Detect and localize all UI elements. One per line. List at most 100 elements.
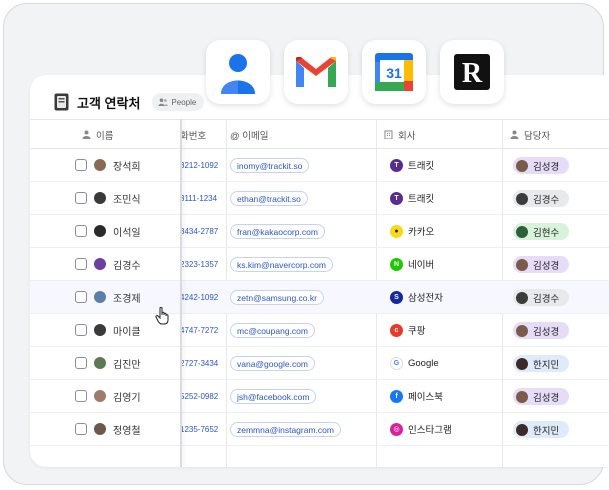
avatar — [516, 390, 528, 403]
table-row[interactable]: 이석일 3434-2787 fran@kakaocorp.com ● 카카오 김… — [30, 215, 609, 248]
avatar — [94, 159, 106, 171]
manager-chip[interactable]: 한지민 — [513, 421, 570, 438]
company-cell[interactable]: T 트래킷 — [390, 182, 434, 214]
phone-cell[interactable]: 3212-1092 — [180, 149, 218, 181]
phone-cell[interactable]: 3434-2787 — [180, 215, 218, 247]
name-cell: 마이클 — [75, 314, 141, 346]
company-cell[interactable]: N 네이버 — [390, 248, 434, 280]
r-app-icon: R — [454, 54, 490, 90]
phone-cell[interactable]: 2323-1357 — [180, 248, 218, 280]
name-cell: 김영기 — [75, 380, 141, 412]
company-logo-icon: ◎ — [390, 422, 403, 436]
avatar — [516, 291, 528, 304]
book-icon — [54, 93, 69, 111]
company-name: 카카오 — [408, 227, 435, 238]
svg-text:31: 31 — [386, 65, 402, 81]
email-chip[interactable]: inomy@trackit.so — [230, 158, 310, 173]
calendar-app-tile[interactable]: 31 — [362, 40, 426, 104]
column-header-name[interactable]: 이름 — [82, 120, 113, 149]
building-icon — [384, 130, 393, 139]
column-header-email[interactable]: @ 이메일 — [230, 120, 269, 149]
email-chip[interactable]: ethan@trackit.so — [230, 191, 308, 206]
row-checkbox[interactable] — [75, 390, 87, 402]
avatar — [516, 324, 528, 337]
table-row[interactable]: 김경수 2323-1357 ks.kim@navercorp.com N 네이버… — [30, 248, 609, 281]
avatar — [516, 225, 528, 238]
manager-chip[interactable]: 김성경 — [513, 388, 570, 405]
phone-cell[interactable]: 3111-1234 — [180, 182, 217, 214]
company-cell[interactable]: T 트래킷 — [390, 149, 434, 181]
company-name: Google — [408, 357, 439, 369]
name-cell: 이석일 — [75, 215, 141, 247]
column-header-company[interactable]: 회사 — [384, 120, 415, 149]
manager-chip[interactable]: 김성경 — [513, 256, 570, 273]
manager-name: 김성경 — [533, 326, 560, 338]
email-chip[interactable]: zemmna@instagram.com — [230, 422, 341, 437]
company-cell[interactable]: c 쿠팡 — [390, 314, 425, 346]
email-chip[interactable]: jsh@facebook.com — [230, 389, 317, 404]
name-cell: 김경수 — [75, 248, 141, 280]
email-chip[interactable]: zetn@samsung.co.kr — [230, 290, 324, 305]
manager-chip[interactable]: 김성경 — [513, 322, 570, 339]
company-cell[interactable]: ● 카카오 — [390, 215, 434, 247]
phone-cell[interactable]: 4242-1092 — [180, 281, 218, 313]
name-cell: 장석희 — [75, 149, 141, 181]
manager-chip[interactable]: 김현수 — [513, 223, 570, 240]
avatar — [94, 390, 106, 402]
avatar — [516, 258, 528, 271]
manager-chip[interactable]: 김경수 — [513, 289, 570, 306]
company-name: 네이버 — [408, 260, 435, 271]
contact-name: 조경제 — [113, 293, 141, 305]
company-logo-icon: ● — [390, 224, 403, 238]
row-checkbox[interactable] — [75, 423, 87, 435]
manager-name: 김성경 — [533, 260, 560, 272]
contact-name: 이석일 — [113, 227, 141, 239]
r-app-tile[interactable]: R — [440, 40, 504, 104]
email-chip[interactable]: vana@google.com — [230, 356, 316, 371]
email-chip[interactable]: ks.kim@navercorp.com — [230, 257, 333, 272]
column-header-manager[interactable]: 담당자 — [510, 120, 550, 149]
email-chip[interactable]: mc@coupang.com — [230, 323, 315, 338]
people-icon — [158, 98, 169, 106]
phone-cell[interactable]: 5252-0982 — [180, 380, 218, 412]
gmail-app-icon — [296, 57, 336, 87]
company-cell[interactable]: G Google — [390, 347, 439, 379]
table-row[interactable]: 장석희 3212-1092 inomy@trackit.so T 트래킷 김성경 — [30, 149, 609, 182]
people-tag[interactable]: People — [152, 93, 205, 111]
table-row[interactable]: 조경제 4242-1092 zetn@samsung.co.kr S 삼성전자 … — [30, 281, 609, 314]
row-checkbox[interactable] — [75, 192, 87, 204]
avatar — [94, 324, 106, 336]
company-cell[interactable]: f 페이스북 — [390, 380, 443, 412]
table-row[interactable]: 김진만 2727-3434 vana@google.com G Google 한… — [30, 347, 609, 380]
row-checkbox[interactable] — [75, 258, 87, 270]
company-cell[interactable]: ◎ 인스타그램 — [390, 413, 452, 445]
contact-name: 정영철 — [113, 425, 141, 437]
name-cell: 정영철 — [75, 413, 141, 445]
company-name: 페이스북 — [408, 392, 443, 403]
table-row[interactable]: 정영철 1235-7652 zemmna@instagram.com ◎ 인스타… — [30, 413, 609, 446]
person-icon — [82, 130, 91, 139]
contact-name: 조민식 — [113, 194, 141, 206]
manager-chip[interactable]: 김경수 — [513, 190, 570, 207]
row-checkbox[interactable] — [75, 324, 87, 336]
phone-cell[interactable]: 4747-7272 — [180, 314, 218, 346]
phone-cell[interactable]: 1235-7652 — [180, 413, 218, 445]
contacts-app-tile[interactable] — [206, 40, 270, 104]
company-logo-icon: f — [390, 389, 403, 403]
row-checkbox[interactable] — [75, 357, 87, 369]
email-chip[interactable]: fran@kakaocorp.com — [230, 224, 325, 239]
column-header-phone[interactable]: 화번호 — [180, 120, 206, 149]
table-row[interactable]: 김영기 5252-0982 jsh@facebook.com f 페이스북 김성… — [30, 380, 609, 413]
manager-chip[interactable]: 한지민 — [513, 355, 570, 372]
table-row[interactable]: 조민식 3111-1234 ethan@trackit.so T 트래킷 김경수 — [30, 182, 609, 215]
person-icon — [510, 130, 519, 139]
row-checkbox[interactable] — [75, 159, 87, 171]
contact-name: 장석희 — [113, 161, 141, 173]
row-checkbox[interactable] — [75, 225, 87, 237]
company-cell[interactable]: S 삼성전자 — [390, 281, 443, 313]
table-row[interactable]: 마이클 4747-7272 mc@coupang.com c 쿠팡 김성경 — [30, 314, 609, 347]
gmail-app-tile[interactable] — [284, 40, 348, 104]
phone-cell[interactable]: 2727-3434 — [180, 347, 218, 379]
manager-chip[interactable]: 김성경 — [513, 157, 570, 174]
row-checkbox[interactable] — [75, 291, 87, 303]
